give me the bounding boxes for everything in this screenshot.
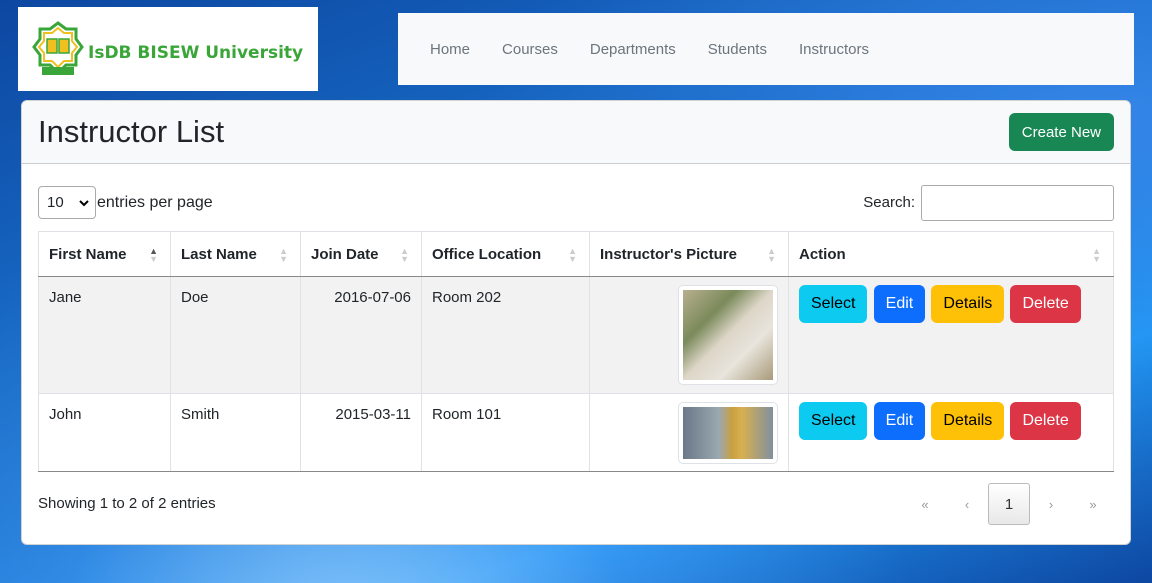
site-logo[interactable]: IsDB BISEW University — [18, 7, 318, 91]
cell-last-name: Doe — [170, 276, 301, 394]
instructors-table: First Name ▲ ▼ Last Name ▲ ▼ Join Date ▲ ▼ … — [38, 231, 1114, 472]
cell-last-name: Smith — [170, 393, 301, 472]
select-button[interactable]: Select — [799, 285, 868, 323]
pagination-next[interactable]: › — [1030, 483, 1072, 525]
pagination-page-1[interactable]: 1 — [988, 483, 1030, 525]
header-office-location[interactable]: Office Location ▲ ▼ — [421, 231, 590, 277]
cell-actions: Select Edit Details Delete — [788, 276, 1114, 394]
table-row: John Smith 2015-03-11 Room 101 Select Ed… — [38, 393, 1114, 472]
header-last-name[interactable]: Last Name ▲ ▼ — [170, 231, 301, 277]
cell-join-date: 2016-07-06 — [300, 276, 422, 394]
header-join-date[interactable]: Join Date ▲ ▼ — [300, 231, 422, 277]
header-first-name[interactable]: First Name ▲ ▼ — [38, 231, 171, 277]
nav-home[interactable]: Home — [414, 41, 486, 58]
cell-actions: Select Edit Details Delete — [788, 393, 1114, 472]
cell-office-location: Room 202 — [421, 276, 590, 394]
details-button[interactable]: Details — [931, 285, 1005, 323]
edit-button[interactable]: Edit — [873, 285, 926, 323]
pagination-last[interactable]: » — [1072, 483, 1114, 525]
pagination-previous[interactable]: ‹ — [946, 483, 988, 525]
instructor-photo — [678, 402, 778, 464]
header-instructor-picture[interactable]: Instructor's Picture ▲ ▼ — [589, 231, 789, 277]
nav-departments[interactable]: Departments — [574, 41, 692, 58]
sort-icon: ▲ ▼ — [568, 246, 577, 264]
nav-students[interactable]: Students — [692, 41, 783, 58]
entries-per-page-select[interactable]: 10 — [38, 186, 96, 219]
details-button[interactable]: Details — [931, 402, 1005, 440]
header-action[interactable]: Action ▲ ▼ — [788, 231, 1114, 277]
sort-ascending-icon: ▲ ▼ — [149, 246, 158, 264]
card-header: Instructor List Create New — [22, 101, 1130, 164]
entries-per-page-label: entries per page — [97, 194, 213, 211]
sort-icon: ▲ ▼ — [1092, 246, 1101, 264]
table-row: Jane Doe 2016-07-06 Room 202 Select Edit… — [38, 276, 1114, 394]
cell-instructor-picture — [589, 276, 789, 394]
delete-button[interactable]: Delete — [1010, 402, 1081, 440]
cell-office-location: Room 101 — [421, 393, 590, 472]
sort-icon: ▲ ▼ — [767, 246, 776, 264]
university-emblem-icon — [32, 21, 84, 76]
pagination: « ‹ 1 › » — [904, 483, 1114, 525]
nav-instructors[interactable]: Instructors — [783, 41, 885, 58]
select-button[interactable]: Select — [799, 402, 868, 440]
cell-instructor-picture — [589, 393, 789, 472]
cell-first-name: John — [38, 393, 171, 472]
cell-join-date: 2015-03-11 — [300, 393, 422, 472]
main-navbar: Home Courses Departments Students Instru… — [398, 13, 1134, 85]
delete-button[interactable]: Delete — [1010, 285, 1081, 323]
create-new-button[interactable]: Create New — [1008, 113, 1114, 151]
edit-button[interactable]: Edit — [873, 402, 926, 440]
sort-icon: ▲ ▼ — [279, 246, 288, 264]
search-label: Search: — [863, 194, 915, 211]
logo-text: IsDB BISEW University — [88, 43, 304, 63]
chevron-down-icon — [79, 199, 89, 206]
page-title: Instructor List — [38, 114, 225, 149]
sort-icon: ▲ ▼ — [400, 246, 409, 264]
nav-courses[interactable]: Courses — [486, 41, 574, 58]
search-input[interactable] — [921, 185, 1114, 221]
table-info: Showing 1 to 2 of 2 entries — [38, 495, 216, 512]
instructor-card: Instructor List Create New 10 entries pe… — [21, 100, 1131, 545]
instructor-photo — [678, 285, 778, 385]
entries-per-page-value: 10 — [47, 194, 64, 211]
pagination-first[interactable]: « — [904, 483, 946, 525]
cell-first-name: Jane — [38, 276, 171, 394]
table-header-row: First Name ▲ ▼ Last Name ▲ ▼ Join Date ▲ ▼ … — [38, 231, 1114, 277]
table-controls: 10 entries per page Search: — [22, 164, 1130, 224]
